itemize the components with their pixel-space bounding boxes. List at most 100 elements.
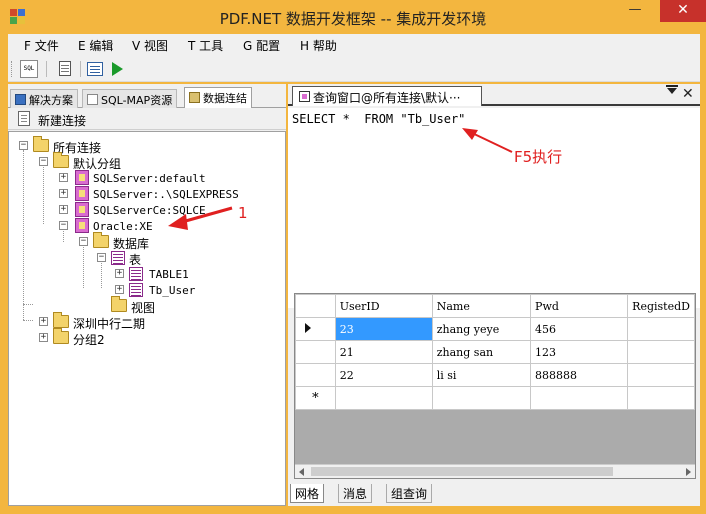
collapse-icon[interactable]: −	[19, 141, 28, 150]
table-cell[interactable]	[334, 386, 433, 410]
close-button[interactable]: ✕	[660, 0, 706, 22]
new-connection-button[interactable]: 新建连接	[38, 112, 86, 129]
tab-dropdown-icon[interactable]	[666, 85, 678, 94]
tab-data-connections[interactable]: 数据连结	[184, 87, 252, 109]
column-header[interactable]: Name	[431, 294, 532, 318]
new-document-icon[interactable]	[18, 111, 30, 126]
expand-icon[interactable]: +	[115, 269, 124, 278]
expand-icon[interactable]: +	[59, 173, 68, 182]
expand-icon[interactable]: +	[115, 285, 124, 294]
tree-label: SQLServer:.\SQLEXPRESS	[93, 188, 239, 201]
table-cell[interactable]	[627, 340, 695, 364]
menu-help[interactable]: H 帮助	[300, 37, 337, 54]
sql-text[interactable]: SELECT * FROM "Tb_User"	[292, 112, 465, 126]
sql-icon[interactable]: SQL	[20, 60, 38, 78]
table-cell[interactable]: 21	[334, 340, 433, 364]
results-table: UserID Name Pwd RegistedD 23 zhang yeye …	[295, 294, 695, 410]
collapse-icon[interactable]: −	[59, 221, 68, 230]
tree-label: 表	[129, 253, 142, 267]
tab-label: 数据连结	[203, 92, 247, 105]
tree-label: 分组2	[73, 333, 105, 347]
table-cell[interactable]	[627, 363, 695, 387]
tree-label: 深圳中行二期	[73, 317, 146, 331]
title-bar: PDF.NET 数据开发框架 -- 集成开发环境 — ✕	[0, 0, 706, 34]
close-tab-icon[interactable]: ✕	[682, 86, 694, 102]
current-row-icon	[305, 322, 311, 333]
table-cell[interactable]	[627, 317, 695, 341]
row-header-corner	[295, 294, 336, 318]
run-icon[interactable]	[108, 60, 126, 78]
database-icon	[75, 170, 89, 185]
table-cell[interactable]	[627, 386, 695, 410]
marker-1-label: 1	[238, 204, 248, 222]
table-cell[interactable]: zhang yeye	[431, 317, 532, 341]
table-cell[interactable]: 22	[334, 363, 433, 387]
toolbar-grip	[11, 61, 14, 77]
menu-view[interactable]: V 视图	[132, 37, 168, 54]
table-icon	[111, 251, 125, 265]
connection-tree[interactable]: − 所有连接 − 默认分组 + SQLServer:default + SQLS…	[8, 131, 286, 506]
scrollbar-thumb[interactable]	[311, 467, 613, 476]
connection-icon	[189, 92, 200, 103]
f5-annotation-label: F5执行	[514, 148, 563, 166]
row-header[interactable]	[295, 340, 336, 364]
left-panel: 解决方案 SQL-MAP资源 数据连结 新建连接 − 所有连接 − 默认分组 +	[8, 84, 286, 506]
table-row[interactable]: 23 zhang yeye 456	[295, 317, 695, 341]
expand-icon[interactable]: +	[59, 189, 68, 198]
folder-icon	[53, 152, 69, 168]
table-cell[interactable]: 23	[334, 317, 433, 341]
left-toolbar: 新建连接	[8, 108, 286, 130]
row-header[interactable]	[295, 363, 336, 387]
table-cell[interactable]	[431, 386, 532, 410]
tab-solution[interactable]: 解决方案	[10, 89, 78, 108]
menu-tools[interactable]: T 工具	[188, 37, 223, 54]
scroll-right-icon[interactable]	[686, 468, 691, 476]
folder-icon	[93, 232, 109, 248]
results-grid[interactable]: UserID Name Pwd RegistedD 23 zhang yeye …	[294, 293, 696, 479]
table-cell[interactable]: zhang san	[431, 340, 532, 364]
tab-grid[interactable]: 网格	[290, 484, 325, 503]
table-cell[interactable]	[530, 386, 629, 410]
tab-query-window[interactable]: 查询窗口@所有连接\默认···	[292, 86, 482, 106]
table-cell[interactable]: 888888	[530, 363, 629, 387]
column-header[interactable]: Pwd	[530, 294, 629, 318]
document-icon[interactable]	[56, 60, 74, 78]
table-row[interactable]: 21 zhang san 123	[295, 340, 695, 364]
scroll-left-icon[interactable]	[299, 468, 304, 476]
table-row[interactable]: 22 li si 888888	[295, 363, 695, 387]
folder-icon	[53, 328, 69, 344]
table-cell[interactable]: 123	[530, 340, 629, 364]
menu-edit[interactable]: E 编辑	[78, 37, 113, 54]
menu-file[interactable]: F 文件	[24, 37, 59, 54]
result-tab-strip: 网格 消息 组查询	[288, 484, 700, 506]
table-cell[interactable]: 456	[530, 317, 629, 341]
new-row-marker[interactable]: *	[295, 386, 336, 410]
column-header[interactable]: RegistedD	[627, 294, 695, 318]
tree-label: 视图	[131, 301, 156, 315]
database-icon	[75, 202, 89, 217]
sql-editor[interactable]: SELECT * FROM "Tb_User"	[288, 108, 700, 308]
new-row[interactable]: *	[295, 386, 695, 410]
expand-icon[interactable]: +	[39, 333, 48, 342]
tab-label: SQL-MAP资源	[101, 94, 173, 107]
horizontal-scrollbar[interactable]	[295, 464, 695, 478]
database-icon	[75, 186, 89, 201]
window-title: PDF.NET 数据开发框架 -- 集成开发环境	[219, 10, 487, 28]
table-cell[interactable]: li si	[431, 363, 532, 387]
list-icon[interactable]	[86, 60, 104, 78]
tab-group-query[interactable]: 组查询	[386, 484, 433, 503]
expand-icon[interactable]: +	[59, 205, 68, 214]
header-row: UserID Name Pwd RegistedD	[295, 294, 695, 318]
collapse-icon[interactable]: −	[97, 253, 106, 262]
expand-icon[interactable]: +	[39, 317, 48, 326]
collapse-icon[interactable]: −	[39, 157, 48, 166]
column-header[interactable]: UserID	[334, 294, 433, 318]
tab-messages[interactable]: 消息	[338, 484, 373, 503]
menu-config[interactable]: G 配置	[243, 37, 280, 54]
collapse-icon[interactable]: −	[79, 237, 88, 246]
minimize-button[interactable]: —	[622, 0, 648, 22]
tree-label: Tb_User	[149, 284, 196, 297]
tab-sql-map[interactable]: SQL-MAP资源	[82, 89, 178, 108]
table-icon	[129, 267, 143, 281]
row-header-current[interactable]	[295, 317, 336, 341]
